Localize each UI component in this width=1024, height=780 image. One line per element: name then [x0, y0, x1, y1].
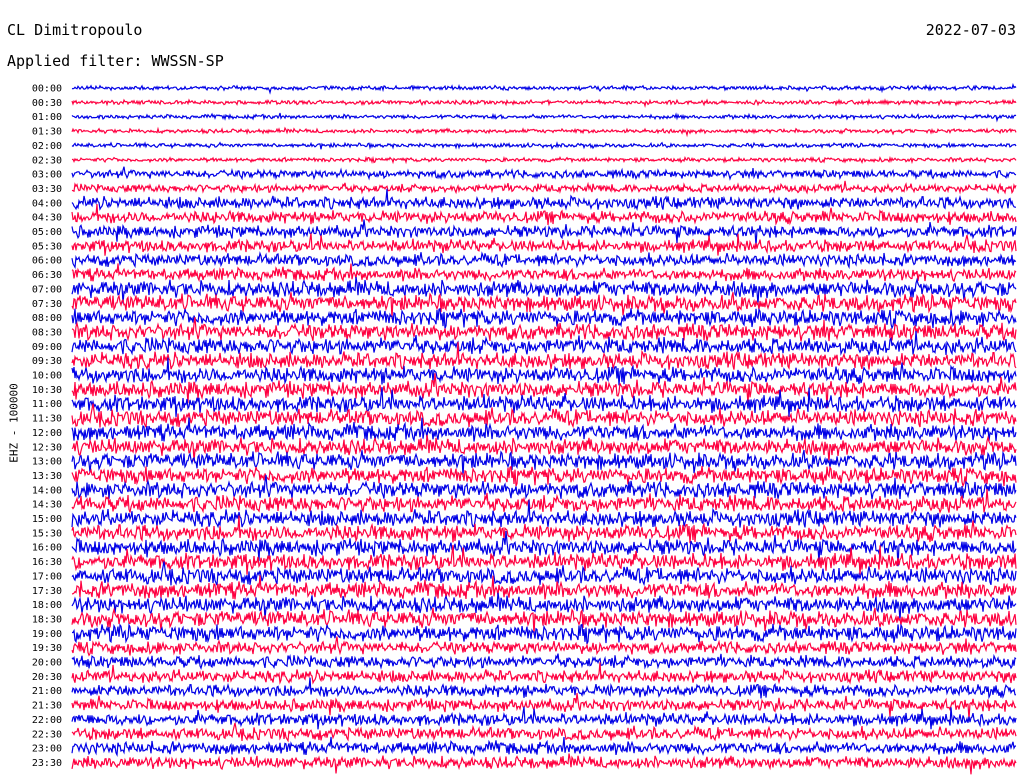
seismic-trace	[71, 706, 1017, 730]
row-time-label: 18:00	[32, 600, 62, 611]
seismic-trace	[72, 622, 1017, 645]
row-time-label: 14:30	[32, 500, 62, 511]
seismic-trace	[71, 722, 1017, 743]
row-time-label: 01:00	[32, 112, 62, 123]
row-time-label: 08:30	[32, 327, 62, 338]
seismic-trace	[71, 180, 1017, 195]
seismic-trace	[71, 82, 1017, 95]
seismic-trace	[71, 307, 1017, 330]
row-time-label: 19:00	[32, 629, 62, 640]
seismic-trace	[71, 263, 1017, 284]
row-time-label: 23:00	[32, 744, 62, 755]
row-time-label: 09:00	[32, 342, 62, 353]
row-time-label: 22:30	[32, 729, 62, 740]
row-time-label: 21:00	[32, 686, 62, 697]
row-time-label: 18:30	[32, 614, 62, 625]
seismic-trace	[71, 753, 1017, 775]
seismic-trace	[71, 465, 1017, 488]
row-time-label: 21:30	[32, 701, 62, 712]
row-time-label: 02:00	[32, 141, 62, 152]
seismic-trace	[71, 204, 1017, 226]
row-time-label: 17:30	[32, 586, 62, 597]
row-time-label: 23:30	[32, 758, 62, 769]
row-time-label: 05:00	[32, 227, 62, 238]
seismic-trace	[71, 166, 1017, 181]
seismic-trace	[71, 677, 1017, 700]
row-time-label: 16:00	[32, 543, 62, 554]
row-time-label: 12:30	[32, 442, 62, 453]
row-time-label: 00:30	[32, 98, 62, 109]
row-time-label: 06:30	[32, 270, 62, 281]
seismic-trace	[71, 233, 1017, 256]
seismic-trace	[71, 653, 1017, 671]
row-time-label: 13:30	[32, 471, 62, 482]
row-time-label: 04:00	[32, 198, 62, 209]
row-time-label: 00:00	[32, 84, 62, 95]
row-time-label: 10:30	[32, 385, 62, 396]
seismic-trace	[71, 636, 1017, 657]
seismic-trace	[71, 126, 1017, 138]
row-time-label: 07:00	[32, 284, 62, 295]
seismic-trace	[71, 561, 1017, 587]
seismic-trace	[71, 141, 1017, 150]
row-time-label: 19:30	[32, 643, 62, 654]
row-time-label: 20:00	[32, 658, 62, 669]
row-time-label: 12:00	[32, 428, 62, 439]
row-time-label: 05:30	[32, 241, 62, 252]
seismic-trace	[71, 155, 1017, 165]
row-time-label: 04:30	[32, 213, 62, 224]
row-time-label: 10:00	[32, 371, 62, 382]
row-time-label: 13:00	[32, 457, 62, 468]
row-time-label: 15:30	[32, 528, 62, 539]
seismic-trace	[71, 98, 1017, 109]
row-time-label: 22:00	[32, 715, 62, 726]
row-time-label: 16:30	[32, 557, 62, 568]
row-time-label: 09:30	[32, 356, 62, 367]
row-time-label: 01:30	[32, 127, 62, 138]
row-time-label: 15:00	[32, 514, 62, 525]
row-time-label: 11:00	[32, 399, 62, 410]
helicorder-plot: 00:00 00:30 01:00 01:30 02:00 02:30 03:00 03:30…	[32, 82, 1017, 775]
row-time-label: 07:30	[32, 299, 62, 310]
row-time-label: 06:00	[32, 256, 62, 267]
seismic-trace	[71, 736, 1017, 757]
row-time-label: 03:30	[32, 184, 62, 195]
row-time-label: 14:00	[32, 485, 62, 496]
row-time-label: 08:00	[32, 313, 62, 324]
row-time-label: 03:00	[32, 170, 62, 181]
row-time-label: 20:30	[32, 672, 62, 683]
row-time-label: 11:30	[32, 414, 62, 425]
row-time-label: 02:30	[32, 155, 62, 166]
seismic-trace	[71, 251, 1017, 270]
seismic-trace	[71, 112, 1017, 123]
row-time-label: 17:00	[32, 571, 62, 582]
